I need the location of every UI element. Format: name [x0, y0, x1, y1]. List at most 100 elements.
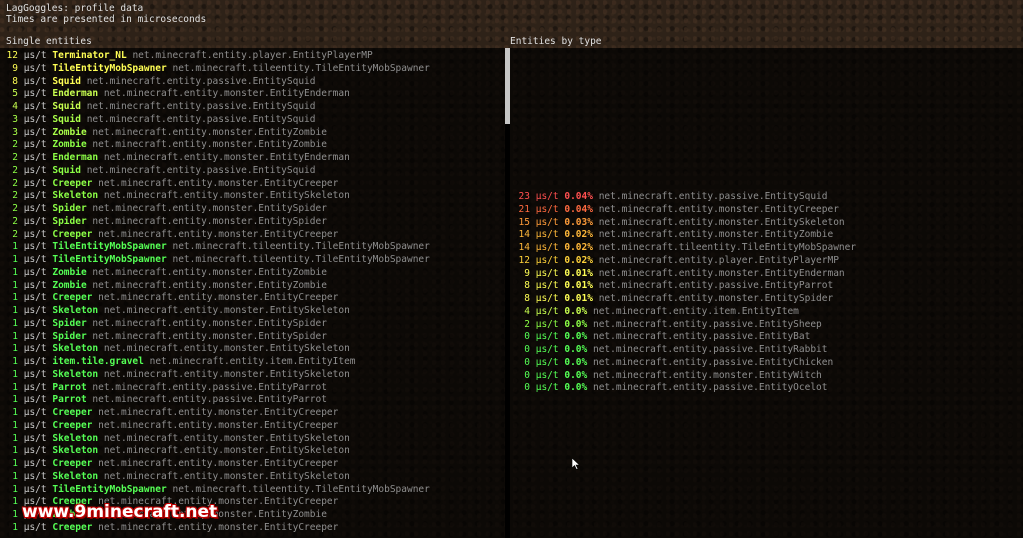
- type-time: 23: [518, 191, 530, 202]
- entity-row[interactable]: 1 µs/t Skeleton net.minecraft.entity.mon…: [0, 305, 505, 318]
- entity-row[interactable]: 1 µs/t Spider net.minecraft.entity.monst…: [0, 331, 505, 344]
- type-row[interactable]: 2 µs/t 0.0% net.minecraft.entity.passive…: [510, 319, 1023, 332]
- type-row[interactable]: 14 µs/t 0.02% net.minecraft.entity.monst…: [510, 229, 1023, 242]
- type-row[interactable]: 21 µs/t 0.04% net.minecraft.entity.monst…: [510, 204, 1023, 217]
- entity-row[interactable]: 2 µs/t Enderman net.minecraft.entity.mon…: [0, 152, 505, 165]
- entity-row[interactable]: 2 µs/t Creeper net.minecraft.entity.mons…: [0, 178, 505, 191]
- entity-class: net.minecraft.tileentity.TileEntityMobSp…: [172, 241, 430, 253]
- entity-row[interactable]: 2 µs/t Spider net.minecraft.entity.monst…: [0, 203, 505, 216]
- entity-row[interactable]: 1 µs/t item.tile.gravel net.minecraft.en…: [0, 356, 505, 369]
- entity-row[interactable]: 1 µs/t Spider net.minecraft.entity.monst…: [0, 318, 505, 331]
- entity-class: net.minecraft.entity.passive.EntitySquid: [86, 113, 316, 125]
- entity-time-unit: µs/t: [23, 521, 47, 533]
- entity-row[interactable]: 12 µs/t Terminator_NL net.minecraft.enti…: [0, 50, 505, 63]
- entity-row[interactable]: 1 µs/t Creeper net.minecraft.entity.mons…: [0, 407, 505, 420]
- entity-time: 1: [12, 381, 18, 393]
- entity-row[interactable]: 3 µs/t Squid net.minecraft.entity.passiv…: [0, 114, 505, 127]
- type-time: 2: [524, 318, 530, 330]
- entity-row[interactable]: 1 µs/t Skeleton net.minecraft.entity.mon…: [0, 369, 505, 382]
- type-row[interactable]: 0 µs/t 0.0% net.minecraft.entity.passive…: [510, 331, 1023, 344]
- entity-name: Skeleton: [52, 470, 99, 482]
- entity-time-unit: µs/t: [23, 330, 47, 342]
- entity-row[interactable]: 5 µs/t Enderman net.minecraft.entity.mon…: [0, 88, 505, 101]
- type-row[interactable]: 0 µs/t 0.0% net.minecraft.entity.passive…: [510, 344, 1023, 357]
- type-row[interactable]: 0 µs/t 0.0% net.minecraft.entity.monster…: [510, 370, 1023, 383]
- entity-row[interactable]: 1 µs/t Skeleton net.minecraft.entity.mon…: [0, 343, 505, 356]
- type-row[interactable]: 9 µs/t 0.01% net.minecraft.entity.monste…: [510, 268, 1023, 281]
- type-time-unit: µs/t: [535, 305, 559, 317]
- entity-class: net.minecraft.entity.monster.EntityCreep…: [98, 407, 339, 418]
- entity-name: Creeper: [52, 177, 93, 189]
- type-time: 4: [524, 305, 530, 317]
- entity-row[interactable]: 2 µs/t Spider net.minecraft.entity.monst…: [0, 216, 505, 229]
- entity-row[interactable]: 1 µs/t Zombie net.minecraft.entity.monst…: [0, 280, 505, 293]
- entity-time: 2: [12, 177, 18, 189]
- entity-row[interactable]: 1 µs/t Creeper net.minecraft.entity.mons…: [0, 292, 505, 305]
- type-row[interactable]: 8 µs/t 0.01% net.minecraft.entity.monste…: [510, 293, 1023, 306]
- single-entities-panel[interactable]: 12 µs/t Terminator_NL net.minecraft.enti…: [0, 48, 505, 538]
- entity-time-unit: µs/t: [23, 266, 47, 278]
- entity-time-unit: µs/t: [23, 305, 47, 316]
- entity-class: net.minecraft.tileentity.TileEntityMobSp…: [172, 254, 430, 265]
- entity-row[interactable]: 1 µs/t Parrot net.minecraft.entity.passi…: [0, 394, 505, 407]
- entity-row[interactable]: 1 µs/t Creeper net.minecraft.entity.mons…: [0, 458, 505, 471]
- entity-time: 1: [12, 483, 18, 495]
- entity-row[interactable]: 8 µs/t Squid net.minecraft.entity.passiv…: [0, 76, 505, 89]
- entity-time-unit: µs/t: [23, 356, 47, 367]
- type-row[interactable]: 0 µs/t 0.0% net.minecraft.entity.passive…: [510, 357, 1023, 370]
- entity-row[interactable]: 1 µs/t Parrot net.minecraft.entity.passi…: [0, 382, 505, 395]
- type-time: 0: [524, 331, 530, 343]
- entity-class: net.minecraft.entity.monster.EntityZombi…: [92, 279, 327, 291]
- type-class: net.minecraft.entity.player.EntityPlayer…: [598, 254, 839, 266]
- type-row[interactable]: 12 µs/t 0.02% net.minecraft.entity.playe…: [510, 255, 1023, 268]
- type-percent: 0.0%: [564, 318, 588, 330]
- entity-row[interactable]: 1 µs/t Creeper net.minecraft.entity.mons…: [0, 420, 505, 433]
- entity-row[interactable]: 1 µs/t TileEntityMobSpawner net.minecraf…: [0, 484, 505, 497]
- entity-time-unit: µs/t: [23, 215, 47, 227]
- entity-row[interactable]: 1 µs/t Skeleton net.minecraft.entity.mon…: [0, 471, 505, 484]
- entity-time-unit: µs/t: [23, 62, 47, 74]
- entity-time-unit: µs/t: [23, 279, 47, 291]
- entity-class: net.minecraft.entity.item.EntityItem: [149, 356, 356, 367]
- entity-row[interactable]: 1 µs/t Zombie net.minecraft.entity.monst…: [0, 267, 505, 280]
- entity-row[interactable]: 2 µs/t Skeleton net.minecraft.entity.mon…: [0, 190, 505, 203]
- entity-class: net.minecraft.entity.monster.EntityCreep…: [98, 521, 339, 533]
- type-row[interactable]: 23 µs/t 0.04% net.minecraft.entity.passi…: [510, 191, 1023, 204]
- entities-by-type-panel[interactable]: 23 µs/t 0.04% net.minecraft.entity.passi…: [510, 48, 1023, 538]
- entity-time: 3: [12, 126, 18, 138]
- type-class: net.minecraft.tileentity.TileEntityMobSp…: [598, 242, 857, 253]
- entity-time-unit: µs/t: [23, 394, 47, 406]
- type-row[interactable]: 8 µs/t 0.01% net.minecraft.entity.passiv…: [510, 280, 1023, 293]
- entity-time: 1: [12, 343, 18, 355]
- type-percent: 0.02%: [564, 229, 593, 241]
- entity-row[interactable]: 1 µs/t TileEntityMobSpawner net.minecraf…: [0, 241, 505, 254]
- entity-name: Enderman: [52, 88, 99, 100]
- entity-class: net.minecraft.entity.monster.EntityCreep…: [98, 228, 339, 240]
- type-time: 9: [524, 267, 530, 279]
- entity-name: Zombie: [52, 279, 87, 291]
- entity-row[interactable]: 3 µs/t Zombie net.minecraft.entity.monst…: [0, 127, 505, 140]
- entity-time: 2: [12, 203, 18, 214]
- type-time-unit: µs/t: [535, 242, 559, 253]
- entity-name: Squid: [52, 75, 81, 87]
- entity-row[interactable]: 1 µs/t Skeleton net.minecraft.entity.mon…: [0, 433, 505, 446]
- entity-row[interactable]: 1 µs/t Skeleton net.minecraft.entity.mon…: [0, 445, 505, 458]
- entity-row[interactable]: 4 µs/t Squid net.minecraft.entity.passiv…: [0, 101, 505, 114]
- type-row[interactable]: 14 µs/t 0.02% net.minecraft.tileentity.T…: [510, 242, 1023, 255]
- type-percent: 0.0%: [564, 344, 588, 355]
- type-row[interactable]: 4 µs/t 0.0% net.minecraft.entity.item.En…: [510, 306, 1023, 319]
- entity-time-unit: µs/t: [23, 381, 47, 393]
- type-row[interactable]: 0 µs/t 0.0% net.minecraft.entity.passive…: [510, 382, 1023, 395]
- entity-row[interactable]: 1 µs/t Creeper net.minecraft.entity.mons…: [0, 522, 505, 535]
- entity-row[interactable]: 1 µs/t TileEntityMobSpawner net.minecraf…: [0, 254, 505, 267]
- type-time-unit: µs/t: [535, 369, 559, 381]
- entity-row[interactable]: 2 µs/t Squid net.minecraft.entity.passiv…: [0, 165, 505, 178]
- type-row[interactable]: 15 µs/t 0.03% net.minecraft.entity.monst…: [510, 217, 1023, 230]
- entity-row[interactable]: 9 µs/t TileEntityMobSpawner net.minecraf…: [0, 63, 505, 76]
- entity-class: net.minecraft.entity.monster.EntityCreep…: [98, 458, 339, 469]
- entity-row[interactable]: 2 µs/t Zombie net.minecraft.entity.monst…: [0, 139, 505, 152]
- entity-name: Zombie: [52, 266, 87, 278]
- entity-time-unit: µs/t: [23, 458, 47, 469]
- entity-class: net.minecraft.entity.player.EntityPlayer…: [132, 50, 373, 61]
- entity-row[interactable]: 2 µs/t Creeper net.minecraft.entity.mons…: [0, 229, 505, 242]
